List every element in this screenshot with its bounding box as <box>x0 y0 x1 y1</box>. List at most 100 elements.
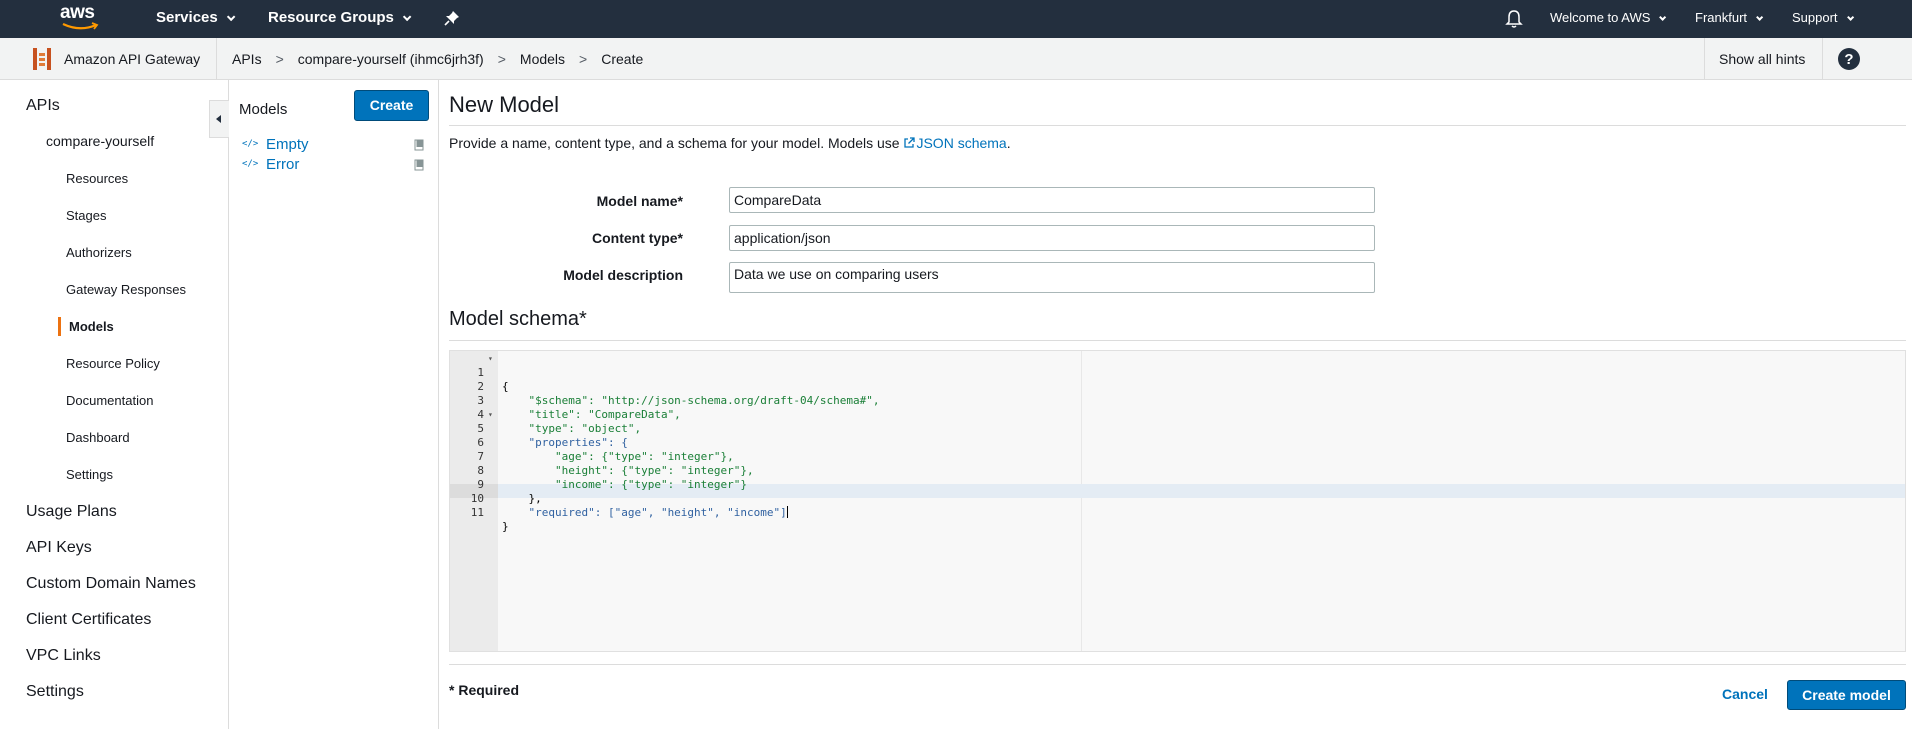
code-text: "$schema": "http://json-schema.org/draft… <box>502 394 880 407</box>
code-line: 10 "required": ["age", "height", "income… <box>450 478 788 519</box>
breadcrumb-api[interactable]: compare-yourself (ihmc6jrh3f) <box>298 51 484 67</box>
content-type-label: Content type* <box>592 230 683 246</box>
code-line: 3 "title": "CompareData", <box>450 380 680 421</box>
code-text: { <box>502 380 509 393</box>
sidebar-item-models[interactable]: Models <box>69 319 114 334</box>
sidebar-item-authorizers[interactable]: Authorizers <box>66 245 132 260</box>
editor-print-margin <box>1081 351 1082 651</box>
services-menu[interactable]: Services <box>156 0 236 38</box>
model-name[interactable]: Error <box>266 156 299 173</box>
fold-toggle-icon[interactable]: ▾ <box>488 408 493 422</box>
code-line: 8 "income": {"type": "integer"} <box>450 450 747 491</box>
breadcrumb: APIs > compare-yourself (ihmc6jrh3f) > Model… <box>232 38 643 80</box>
active-indicator <box>58 317 61 336</box>
line-number: 11 <box>470 506 484 519</box>
model-name[interactable]: Empty <box>266 136 309 153</box>
sidebar-item-usage-plans[interactable]: Usage Plans <box>26 503 117 521</box>
breadcrumb-separator: > <box>275 51 284 67</box>
divider <box>449 340 1906 341</box>
divider <box>449 664 1906 665</box>
page-title: New Model <box>449 92 560 117</box>
resource-groups-label: Resource Groups <box>268 9 394 26</box>
sidebar-item-documentation[interactable]: Documentation <box>66 393 153 408</box>
json-schema-link[interactable]: JSON schema <box>903 135 1007 151</box>
code-text: "type": "object", <box>502 422 642 435</box>
sidebar-item-api-keys[interactable]: API Keys <box>26 539 92 557</box>
code-text: "height": {"type": "integer"}, <box>502 464 754 477</box>
chevron-down-icon <box>1756 13 1764 21</box>
model-name-label: Model name* <box>596 193 683 209</box>
show-all-hints-button[interactable]: Show all hints <box>1719 38 1805 80</box>
sidebar: APIs compare-yourself Resources Stages A… <box>0 80 229 729</box>
model-item-error[interactable]: </> Error <box>242 156 432 174</box>
support-menu[interactable]: Support <box>1792 0 1854 38</box>
code-line: 2 "$schema": "http://json-schema.org/dra… <box>450 366 879 407</box>
service-name[interactable]: Amazon API Gateway <box>64 38 200 80</box>
svg-text:?: ? <box>1844 51 1853 68</box>
support-label: Support <box>1792 10 1838 25</box>
code-text: "age": {"type": "integer"}, <box>502 450 734 463</box>
sidebar-item-resource-policy[interactable]: Resource Policy <box>66 356 160 371</box>
schema-code-editor[interactable]: 1 ▾ { 2 "$schema": "http://json-schema.or… <box>449 350 1906 652</box>
sidebar-item-vpc-links[interactable]: VPC Links <box>26 647 101 665</box>
sidebar-item-stages[interactable]: Stages <box>66 208 106 223</box>
model-description-input[interactable]: Data we use on comparing users <box>729 262 1375 293</box>
code-text: }, <box>502 492 542 505</box>
documentation-icon[interactable] <box>414 159 425 171</box>
collapse-sidebar-button[interactable] <box>209 100 229 138</box>
sidebar-item-global-settings[interactable]: Settings <box>26 683 84 701</box>
sidebar-item-dashboard[interactable]: Dashboard <box>66 430 130 445</box>
code-text: } <box>502 520 509 533</box>
sidebar-item-custom-domain-names[interactable]: Custom Domain Names <box>26 575 196 593</box>
breadcrumb-separator: > <box>497 51 506 67</box>
main-content: New Model Provide a name, content type, … <box>449 80 1906 729</box>
divider <box>216 38 217 80</box>
code-text: "income": {"type": "integer"} <box>502 478 748 491</box>
create-model-button[interactable]: Create model <box>1787 680 1906 710</box>
sidebar-item-settings[interactable]: Settings <box>66 467 113 482</box>
welcome-label: Welcome to AWS <box>1550 10 1651 25</box>
sidebar-item-apis[interactable]: APIs <box>26 97 60 115</box>
breadcrumb-create: Create <box>601 51 644 67</box>
bell-icon[interactable] <box>1505 9 1523 29</box>
content-type-input[interactable] <box>729 225 1375 251</box>
cancel-button[interactable]: Cancel <box>1722 686 1768 702</box>
resource-groups-menu[interactable]: Resource Groups <box>268 0 412 38</box>
chevron-down-icon <box>1659 13 1667 21</box>
chevron-down-icon <box>402 12 412 22</box>
chevron-down-icon <box>226 12 236 22</box>
code-line: 7 "height": {"type": "integer"}, <box>450 436 753 477</box>
account-menu[interactable]: Welcome to AWS <box>1550 0 1667 38</box>
intro-text: Provide a name, content type, and a sche… <box>449 135 1011 151</box>
aws-logo-text: aws <box>60 2 95 23</box>
external-link-icon <box>904 137 916 148</box>
sidebar-item-compare-yourself[interactable]: compare-yourself <box>46 133 154 149</box>
code-line: 4 "type": "object", <box>450 394 641 435</box>
sidebar-item-gateway-responses[interactable]: Gateway Responses <box>66 282 186 297</box>
sidebar-item-resources[interactable]: Resources <box>66 171 128 186</box>
model-name-input[interactable] <box>729 187 1375 213</box>
fold-toggle-icon[interactable]: ▾ <box>488 352 493 366</box>
divider <box>449 125 1906 126</box>
code-line: 6 "age": {"type": "integer"}, <box>450 422 733 463</box>
top-navigation-bar: aws Services Resource Groups Welcome to … <box>0 0 1912 38</box>
services-label: Services <box>156 9 218 26</box>
model-item-empty[interactable]: </> Empty <box>242 136 432 154</box>
code-line: 1 ▾ { <box>450 352 508 393</box>
pin-icon[interactable] <box>444 10 460 26</box>
help-icon[interactable]: ? <box>1837 47 1861 71</box>
breadcrumb-models[interactable]: Models <box>520 51 565 67</box>
intro-text-end: . <box>1006 135 1011 151</box>
documentation-icon[interactable] <box>414 139 425 151</box>
intro-text-body: Provide a name, content type, and a sche… <box>449 135 904 151</box>
divider <box>1822 38 1823 80</box>
aws-logo[interactable]: aws <box>60 2 104 34</box>
region-label: Frankfurt <box>1695 10 1748 25</box>
region-menu[interactable]: Frankfurt <box>1695 0 1764 38</box>
json-schema-link-text: JSON schema <box>916 135 1007 151</box>
breadcrumb-apis[interactable]: APIs <box>232 51 262 67</box>
code-line: 11 } <box>450 492 509 533</box>
sidebar-item-client-certificates[interactable]: Client Certificates <box>26 611 151 629</box>
models-panel: Models Create </> Empty </> Error <box>230 80 439 729</box>
create-model-panel-button[interactable]: Create <box>354 90 429 121</box>
